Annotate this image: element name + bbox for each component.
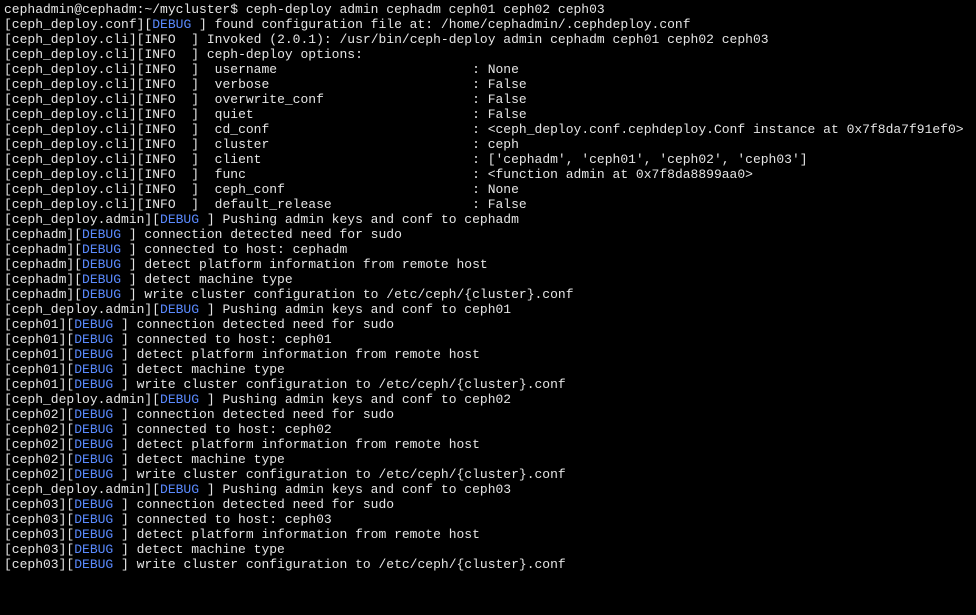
log-level: INFO <box>144 107 175 122</box>
log-line: [ceph03][DEBUG ] write cluster configura… <box>4 557 972 572</box>
log-level: DEBUG <box>160 212 199 227</box>
log-option-line: [ceph_deploy.cli][INFO ] cluster : ceph <box>4 137 972 152</box>
log-level: INFO <box>144 137 175 152</box>
log-option-line: [ceph_deploy.cli][INFO ] func : <functio… <box>4 167 972 182</box>
log-level: DEBUG <box>74 437 113 452</box>
log-level: DEBUG <box>160 392 199 407</box>
log-line: [ceph01][DEBUG ] detect machine type <box>4 362 972 377</box>
log-level: DEBUG <box>74 512 113 527</box>
log-level: DEBUG <box>74 467 113 482</box>
log-level: DEBUG <box>152 17 191 32</box>
log-level: DEBUG <box>74 527 113 542</box>
log-option-line: [ceph_deploy.cli][INFO ] default_release… <box>4 197 972 212</box>
log-level: DEBUG <box>74 317 113 332</box>
log-level: DEBUG <box>74 542 113 557</box>
log-option-line: [ceph_deploy.cli][INFO ] overwrite_conf … <box>4 92 972 107</box>
log-level: DEBUG <box>74 332 113 347</box>
log-level: INFO <box>144 182 175 197</box>
log-line: [cephadm][DEBUG ] detect machine type <box>4 272 972 287</box>
log-line: [ceph_deploy.admin][DEBUG ] Pushing admi… <box>4 302 972 317</box>
log-level: DEBUG <box>160 302 199 317</box>
log-level: DEBUG <box>74 377 113 392</box>
log-line: [ceph_deploy.conf][DEBUG ] found configu… <box>4 17 972 32</box>
log-line: [ceph_deploy.admin][DEBUG ] Pushing admi… <box>4 392 972 407</box>
log-level: DEBUG <box>82 272 121 287</box>
log-option-line: [ceph_deploy.cli][INFO ] ceph_conf : Non… <box>4 182 972 197</box>
log-level: DEBUG <box>82 227 121 242</box>
log-option-line: [ceph_deploy.cli][INFO ] username : None <box>4 62 972 77</box>
log-line: [cephadm][DEBUG ] connection detected ne… <box>4 227 972 242</box>
log-line: [ceph02][DEBUG ] detect platform informa… <box>4 437 972 452</box>
terminal-output: cephadmin@cephadm:~/mycluster$ ceph-depl… <box>0 0 976 572</box>
log-line: [cephadm][DEBUG ] connected to host: cep… <box>4 242 972 257</box>
log-option-line: [ceph_deploy.cli][INFO ] cd_conf : <ceph… <box>4 122 972 137</box>
log-level: DEBUG <box>74 497 113 512</box>
log-level: INFO <box>144 92 175 107</box>
log-line: [ceph_deploy.cli][INFO ] Invoked (2.0.1)… <box>4 32 972 47</box>
log-level: INFO <box>144 47 175 62</box>
log-level: DEBUG <box>82 257 121 272</box>
log-line: [ceph02][DEBUG ] detect machine type <box>4 452 972 467</box>
entered-command: ceph-deploy admin cephadm ceph01 ceph02 … <box>246 2 605 17</box>
log-line: [ceph02][DEBUG ] write cluster configura… <box>4 467 972 482</box>
log-line: [ceph03][DEBUG ] detect machine type <box>4 542 972 557</box>
log-line: [ceph_deploy.admin][DEBUG ] Pushing admi… <box>4 482 972 497</box>
log-option-line: [ceph_deploy.cli][INFO ] verbose : False <box>4 77 972 92</box>
log-line: [ceph01][DEBUG ] connected to host: ceph… <box>4 332 972 347</box>
log-level: DEBUG <box>74 347 113 362</box>
log-level: DEBUG <box>160 482 199 497</box>
log-level: DEBUG <box>74 452 113 467</box>
log-line: [ceph01][DEBUG ] detect platform informa… <box>4 347 972 362</box>
log-level: DEBUG <box>74 557 113 572</box>
log-level: INFO <box>144 77 175 92</box>
shell-prompt: cephadmin@cephadm:~/mycluster$ <box>4 2 246 17</box>
log-level: DEBUG <box>74 422 113 437</box>
log-level: INFO <box>144 32 175 47</box>
log-level: INFO <box>144 122 175 137</box>
log-level: INFO <box>144 167 175 182</box>
log-line: [ceph01][DEBUG ] connection detected nee… <box>4 317 972 332</box>
log-line: [ceph03][DEBUG ] connected to host: ceph… <box>4 512 972 527</box>
log-level: DEBUG <box>74 362 113 377</box>
log-line: [ceph03][DEBUG ] detect platform informa… <box>4 527 972 542</box>
log-level: INFO <box>144 197 175 212</box>
log-line: [cephadm][DEBUG ] write cluster configur… <box>4 287 972 302</box>
log-line: [ceph03][DEBUG ] connection detected nee… <box>4 497 972 512</box>
log-line: [cephadm][DEBUG ] detect platform inform… <box>4 257 972 272</box>
log-option-line: [ceph_deploy.cli][INFO ] client : ['ceph… <box>4 152 972 167</box>
log-level: DEBUG <box>82 287 121 302</box>
log-level: INFO <box>144 62 175 77</box>
log-level: DEBUG <box>82 242 121 257</box>
log-line: [ceph02][DEBUG ] connected to host: ceph… <box>4 422 972 437</box>
log-line: [ceph_deploy.admin][DEBUG ] Pushing admi… <box>4 212 972 227</box>
log-line: [ceph_deploy.cli][INFO ] ceph-deploy opt… <box>4 47 972 62</box>
log-level: INFO <box>144 152 175 167</box>
log-option-line: [ceph_deploy.cli][INFO ] quiet : False <box>4 107 972 122</box>
log-level: DEBUG <box>74 407 113 422</box>
command-line: cephadmin@cephadm:~/mycluster$ ceph-depl… <box>4 2 972 17</box>
log-line: [ceph01][DEBUG ] write cluster configura… <box>4 377 972 392</box>
log-line: [ceph02][DEBUG ] connection detected nee… <box>4 407 972 422</box>
